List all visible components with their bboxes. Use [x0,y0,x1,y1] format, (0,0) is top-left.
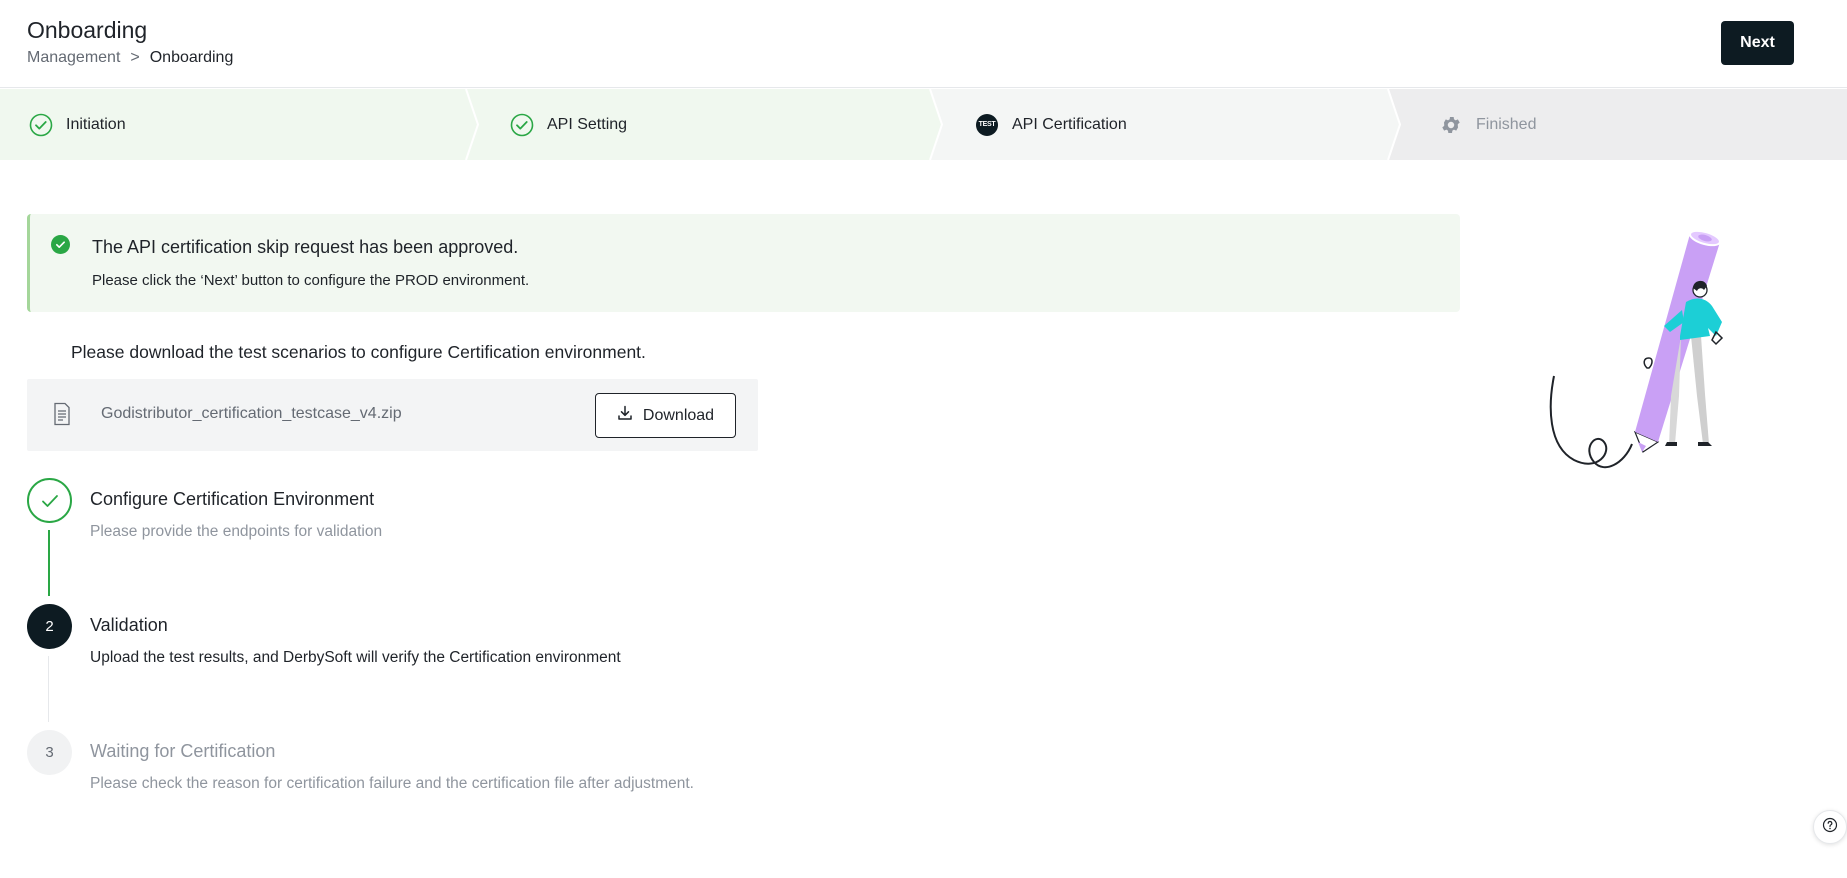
step-initiation[interactable]: Initiation [29,89,126,160]
download-button[interactable]: Download [595,393,736,438]
step-number: 3 [27,730,72,775]
step-api-setting[interactable]: API Setting [510,89,627,160]
breadcrumb-management[interactable]: Management [27,49,120,67]
vstep-desc: Please provide the endpoints for validat… [90,523,383,540]
check-circle-filled-icon [51,235,70,254]
step-finished[interactable]: Finished [1439,89,1536,160]
test-badge-icon: TEST [975,113,999,137]
vstep-title: Configure Certification Environment [90,489,375,509]
step-label: API Certification [1012,115,1127,133]
question-icon [1822,817,1838,838]
breadcrumb: Management > Onboarding [27,49,233,67]
vstep-desc: Please check the reason for certificatio… [90,775,694,792]
gear-icon [1439,113,1463,137]
download-icon [617,405,633,426]
check-icon [27,478,72,523]
steps-background [0,89,1847,160]
breadcrumb-separator: > [130,49,140,66]
alert-title: The API certification skip request has b… [92,237,519,257]
breadcrumb-onboarding: Onboarding [149,49,234,66]
download-prompt: Please download the test scenarios to co… [71,342,646,362]
onboarding-steps-bar: Initiation API Setting TEST API Certific… [0,89,1847,160]
vstep-desc: Upload the test results, and DerbySoft w… [90,649,621,666]
file-name: Godistributor_certification_testcase_v4.… [101,405,402,422]
vstep-title: Waiting for Certification [90,741,276,761]
page-title: Onboarding [27,17,148,43]
next-button[interactable]: Next [1721,21,1794,65]
download-button-label: Download [642,406,715,424]
vstep-title: Validation [90,615,168,635]
check-circle-icon [510,113,534,137]
check-circle-icon [29,113,53,137]
step-connector-done [48,530,50,596]
file-row: Godistributor_certification_testcase_v4.… [27,379,758,451]
document-icon [52,402,72,426]
step-label: API Setting [547,115,628,133]
step-number: 2 [27,604,72,649]
success-alert: The API certification skip request has b… [27,214,1460,312]
step-api-certification[interactable]: TEST API Certification [975,89,1127,160]
step-label: Finished [1476,115,1537,133]
alert-subtitle: Please click the ‘Next’ button to config… [92,272,530,289]
step-label: Initiation [66,115,126,133]
pencil-person-illustration [1549,229,1724,469]
help-button[interactable] [1813,810,1847,844]
step-connector-pending [48,656,49,722]
page-header: Onboarding Management > Onboarding Next [0,0,1847,88]
